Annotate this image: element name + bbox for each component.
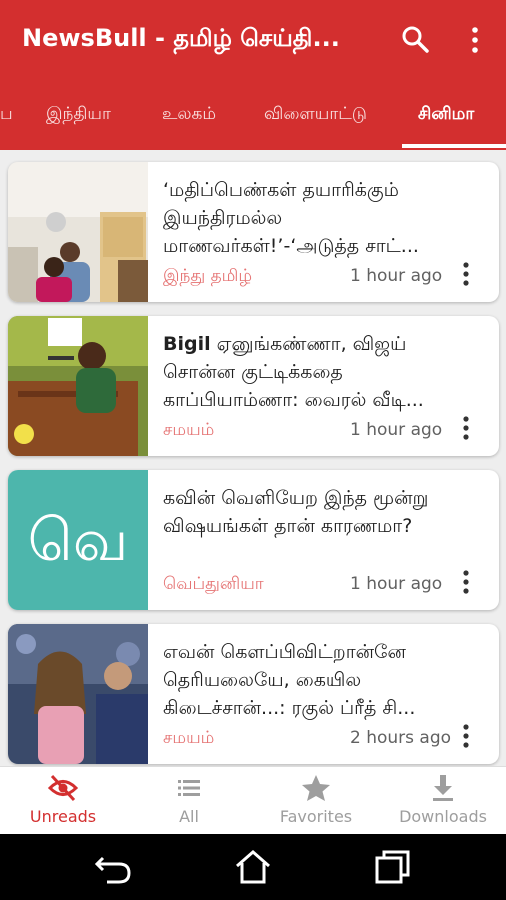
article-more-icon[interactable] xyxy=(458,414,474,442)
article-more-icon[interactable] xyxy=(458,722,474,750)
nav-label: Favorites xyxy=(279,807,353,826)
download-icon xyxy=(433,775,453,801)
system-navigation-bar xyxy=(0,834,506,900)
search-icon xyxy=(402,26,429,53)
back-icon[interactable] xyxy=(93,848,133,886)
article-time: 1 hour ago xyxy=(350,420,443,440)
home-icon[interactable] xyxy=(233,848,273,886)
tab-partial[interactable]: ப xyxy=(0,82,13,150)
article-card[interactable]: Bigil ஏனுங்கண்ணா, விஜய் சொன்ன குட்டிக்கத… xyxy=(8,316,499,456)
star-icon xyxy=(302,775,330,801)
nav-all[interactable]: All xyxy=(126,767,252,835)
overflow-menu-button[interactable] xyxy=(462,22,488,58)
article-card[interactable]: எவன் கெளப்பிவிட்றான்னே தெரியலையே, கையில … xyxy=(8,624,499,764)
article-title: எவன் கெளப்பிவிட்றான்னே தெரியலையே, கையில … xyxy=(163,641,416,719)
tab-indicator xyxy=(402,144,506,148)
nav-downloads[interactable]: Downloads xyxy=(380,767,506,835)
article-title: Bigil ஏனுங்கண்ணா, விஜய் சொன்ன குட்டிக்கத… xyxy=(163,330,473,414)
article-thumbnail xyxy=(8,624,148,764)
article-title: கவின் வெளியேற இந்த மூன்று விஷயங்கள் தான்… xyxy=(163,487,429,537)
tab-world[interactable]: உலகம் xyxy=(162,82,216,150)
app-bar: NewsBull - தமிழ் செய்தி... xyxy=(0,0,506,82)
more-vert-icon xyxy=(472,27,478,53)
article-more-icon[interactable] xyxy=(458,568,474,596)
article-time: 1 hour ago xyxy=(350,574,443,594)
category-tabs: ப இந்தியா உலகம் விளையாட்டு சினிமா xyxy=(0,82,506,150)
eye-off-icon xyxy=(47,774,79,802)
nav-label: Unreads xyxy=(29,807,97,826)
article-card[interactable]: ‘மதிப்பெண்கள் தயாரிக்கும் இயந்திரமல்ல மா… xyxy=(8,162,499,302)
article-time: 2 hours ago xyxy=(350,728,452,748)
article-card[interactable]: வெ கவின் வெளியேற இந்த மூன்று விஷயங்கள் த… xyxy=(8,470,499,610)
article-source: சமயம் xyxy=(163,420,215,440)
article-list: ‘மதிப்பெண்கள் தயாரிக்கும் இயந்திரமல்ல மா… xyxy=(0,150,506,766)
nav-label: Downloads xyxy=(399,807,487,826)
article-source: இந்து தமிழ் xyxy=(163,266,253,286)
article-title-bold: Bigil xyxy=(163,333,211,355)
app-title: NewsBull - தமிழ் செய்தி... xyxy=(22,24,340,52)
article-thumbnail xyxy=(8,162,148,302)
tab-cinema[interactable]: சினிமா xyxy=(418,82,474,150)
article-title: ‘மதிப்பெண்கள் தயாரிக்கும் இயந்திரமல்ல மா… xyxy=(163,179,419,257)
nav-favorites[interactable]: Favorites xyxy=(253,767,379,835)
list-icon xyxy=(178,780,200,796)
thumbnail-letter: வெ xyxy=(27,506,129,574)
recents-icon[interactable] xyxy=(373,848,413,886)
article-more-icon[interactable] xyxy=(458,260,474,288)
article-thumbnail xyxy=(8,316,148,456)
article-time: 1 hour ago xyxy=(350,266,443,286)
article-thumbnail: வெ xyxy=(8,470,148,610)
nav-unreads[interactable]: Unreads xyxy=(0,767,126,835)
nav-label: All xyxy=(179,807,199,826)
tab-india[interactable]: இந்தியா xyxy=(46,82,111,150)
article-source: வெப்துனியா xyxy=(163,574,264,594)
search-button[interactable] xyxy=(398,22,434,58)
tab-sports[interactable]: விளையாட்டு xyxy=(264,82,367,150)
article-source: சமயம் xyxy=(163,728,215,748)
bottom-navigation: Unreads All Favorites Downloads xyxy=(0,766,506,834)
